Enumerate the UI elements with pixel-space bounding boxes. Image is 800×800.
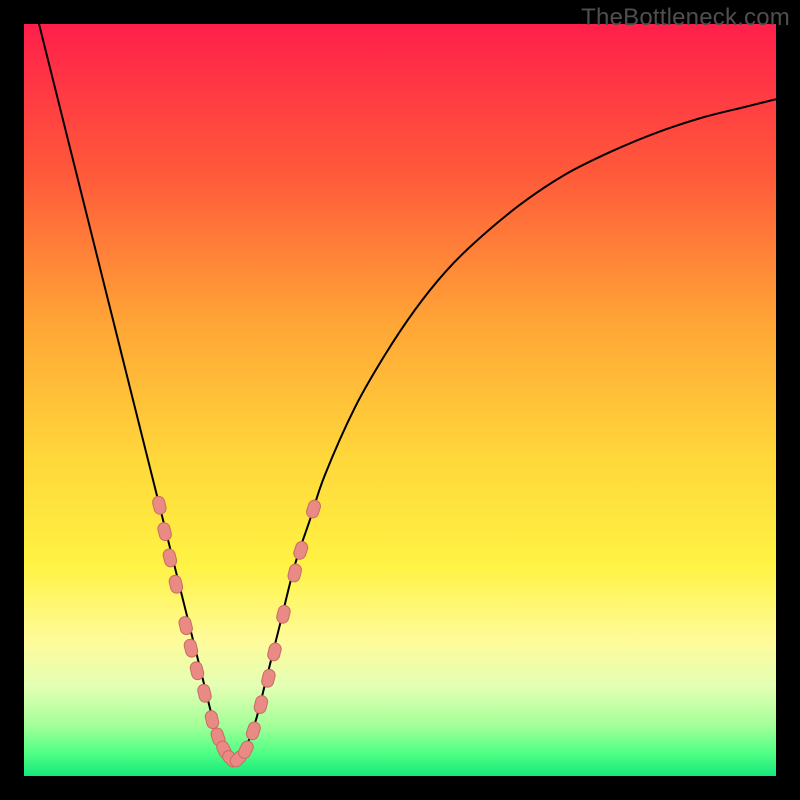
outer-frame: TheBottleneck.com [0,0,800,800]
gradient-background [24,24,776,776]
watermark-text: TheBottleneck.com [581,4,790,32]
plot-area [24,24,776,776]
chart-svg [24,24,776,776]
